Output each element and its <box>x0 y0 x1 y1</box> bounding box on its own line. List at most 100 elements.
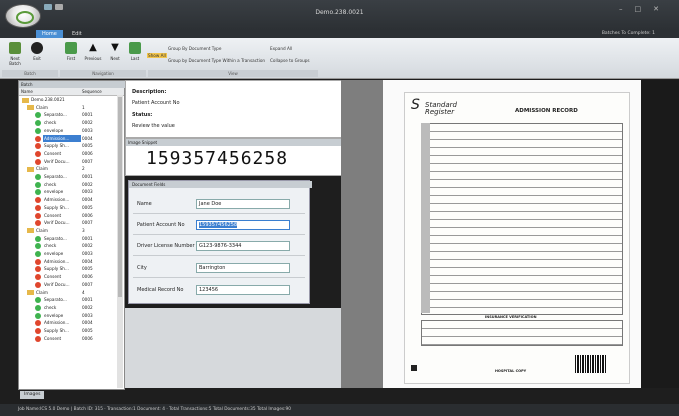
previous-button[interactable]: ▲ Previous <box>82 42 104 61</box>
error-icon <box>35 143 41 150</box>
folder-icon <box>27 290 34 295</box>
tree-scrollbar[interactable] <box>117 95 123 388</box>
tree-scroll-thumb[interactable] <box>118 97 122 297</box>
admission-record-image: S Standard Register ADMISSION RECORD INSUR… <box>404 92 630 384</box>
field-divider <box>133 255 305 256</box>
status-text: Job Name:ICS 5.0 Demo | Batch ID: 315 · … <box>18 407 292 412</box>
tree-document[interactable]: envelope 0003 <box>19 127 117 135</box>
error-icon <box>35 220 41 227</box>
corner-mark <box>411 365 417 371</box>
tree-document[interactable]: Admission... 0004 <box>19 258 117 266</box>
window-controls[interactable]: –□✕ <box>619 5 671 13</box>
tree-document[interactable]: Verif Docu... 0007 <box>19 219 117 227</box>
group-by-document-in-transaction-button[interactable]: Group by Document Type Within a Transact… <box>168 58 265 63</box>
tree-document[interactable]: Supply Sh... 0005 <box>19 327 117 335</box>
error-icon <box>35 135 41 142</box>
folder-icon <box>27 228 34 234</box>
check-icon <box>35 120 41 127</box>
check-icon <box>35 127 41 134</box>
tree-document[interactable]: Consent 0006 <box>19 273 117 281</box>
tree-document[interactable]: check 0002 <box>19 181 117 189</box>
tree-document[interactable]: envelope 0003 <box>19 250 117 258</box>
tree-document[interactable]: check 0002 <box>19 119 117 127</box>
tree-document[interactable]: Verif Docu... 0007 <box>19 281 117 289</box>
tree-document[interactable]: Admission... 0004 <box>19 134 117 143</box>
folder-icon <box>27 105 34 111</box>
error-icon <box>35 150 41 157</box>
next-batch-button[interactable]: Next Batch <box>4 42 26 66</box>
exit-button[interactable]: Exit <box>28 42 46 61</box>
tree-document[interactable]: Admission... 0004 <box>19 196 117 204</box>
tree-document[interactable]: Separato... 0001 <box>19 173 117 181</box>
next-batch-icon <box>9 42 21 54</box>
error-icon <box>35 266 41 273</box>
tree-document[interactable]: check 0002 <box>19 242 117 250</box>
tree-claim[interactable]: Claim 3 <box>19 227 117 235</box>
panel-background <box>125 308 341 388</box>
last-button[interactable]: Last <box>126 42 144 61</box>
dark-side-strip <box>641 80 679 388</box>
expand-all-button[interactable]: Expand All <box>270 46 292 51</box>
city-field[interactable]: Barrington <box>196 263 290 273</box>
next-button[interactable]: ▼ Next <box>106 42 124 61</box>
tree-claim[interactable]: Claim 2 <box>19 165 117 173</box>
tree-document[interactable]: envelope 0003 <box>19 312 117 320</box>
tree-document[interactable]: envelope 0003 <box>19 188 117 196</box>
tree-document[interactable]: check 0002 <box>19 304 117 312</box>
image-snippet-value: 159357456258 <box>146 148 289 169</box>
check-icon <box>35 251 41 257</box>
column-name[interactable]: Name <box>21 88 33 95</box>
tree-document[interactable]: Consent 0006 <box>19 212 117 220</box>
tree-document[interactable]: Consent 0006 <box>19 150 117 158</box>
field-label-medical-record: Medical Record No <box>137 287 184 293</box>
tree-document[interactable]: Admission... 0004 <box>19 319 117 327</box>
error-icon <box>35 328 41 334</box>
last-icon <box>129 42 141 54</box>
first-button[interactable]: First <box>62 42 80 61</box>
tree-document[interactable]: Separato... 0001 <box>19 296 117 304</box>
field-label-patient-account: Patient Account No <box>137 222 185 228</box>
error-icon <box>35 281 41 288</box>
batch-tree-pane: Batch Name Sequence Demo.238.0021 Claim 1 S… <box>18 80 126 390</box>
ribbon-group-navigation: Navigation <box>60 70 146 77</box>
tree-document[interactable]: Supply Sh... 0005 <box>19 142 117 150</box>
medical-record-field[interactable]: 123456 <box>196 285 290 295</box>
tree-document[interactable]: Supply Sh... 0005 <box>19 265 117 273</box>
description-value: Patient Account No <box>132 100 180 106</box>
name-field[interactable]: Jane Doe <box>196 199 290 209</box>
tree-document[interactable]: Separato... 0001 <box>19 111 117 119</box>
previous-icon: ▲ <box>89 42 97 53</box>
check-icon <box>35 243 41 250</box>
group-by-document-button[interactable]: Group By Document Type <box>168 46 221 51</box>
driver-license-field[interactable]: G123-9876-3344 <box>196 241 290 251</box>
check-icon <box>35 304 41 311</box>
check-icon <box>35 189 41 196</box>
column-sequence[interactable]: Sequence <box>82 88 102 95</box>
field-divider <box>133 213 305 214</box>
tree-document[interactable]: Verif Docu... 0007 <box>19 158 117 166</box>
check-icon <box>35 112 41 119</box>
collapse-to-groups-button[interactable]: Collapse to Groups <box>270 58 310 63</box>
form-side-labels <box>421 123 430 313</box>
tree-claim[interactable]: Claim 4 <box>19 289 117 297</box>
tree-document[interactable]: Supply Sh... 0005 <box>19 204 117 212</box>
images-tab[interactable]: Images <box>20 391 45 399</box>
error-icon <box>35 212 41 219</box>
window-title: Demo.238.0021 <box>315 9 364 16</box>
tree-claim[interactable]: Claim 1 <box>19 104 117 112</box>
tab-edit[interactable]: Edit <box>66 30 88 38</box>
tab-home[interactable]: Home <box>36 30 63 38</box>
tree-document[interactable]: Consent 0006 <box>19 335 117 343</box>
description-panel: Description: Patient Account No Status: … <box>125 80 343 138</box>
patient-account-field[interactable]: 159357456258 <box>196 220 290 230</box>
tree-root[interactable]: Demo.238.0021 <box>19 96 117 104</box>
hospital-copy-label: HOSPITAL COPY <box>495 369 527 373</box>
error-icon <box>35 204 41 211</box>
status-bar: Job Name:ICS 5.0 Demo | Batch ID: 315 · … <box>0 404 679 416</box>
error-icon <box>35 197 41 204</box>
tree-document[interactable]: Separato... 0001 <box>19 235 117 243</box>
standard-register-logo: S Standard Register <box>411 97 457 116</box>
show-all-button[interactable]: Show All <box>147 53 167 58</box>
document-fields-panel: Document Fields Name Jane Doe Patient Ac… <box>128 180 312 304</box>
batches-to-complete: Batches To Complete: 1 <box>601 31 655 36</box>
